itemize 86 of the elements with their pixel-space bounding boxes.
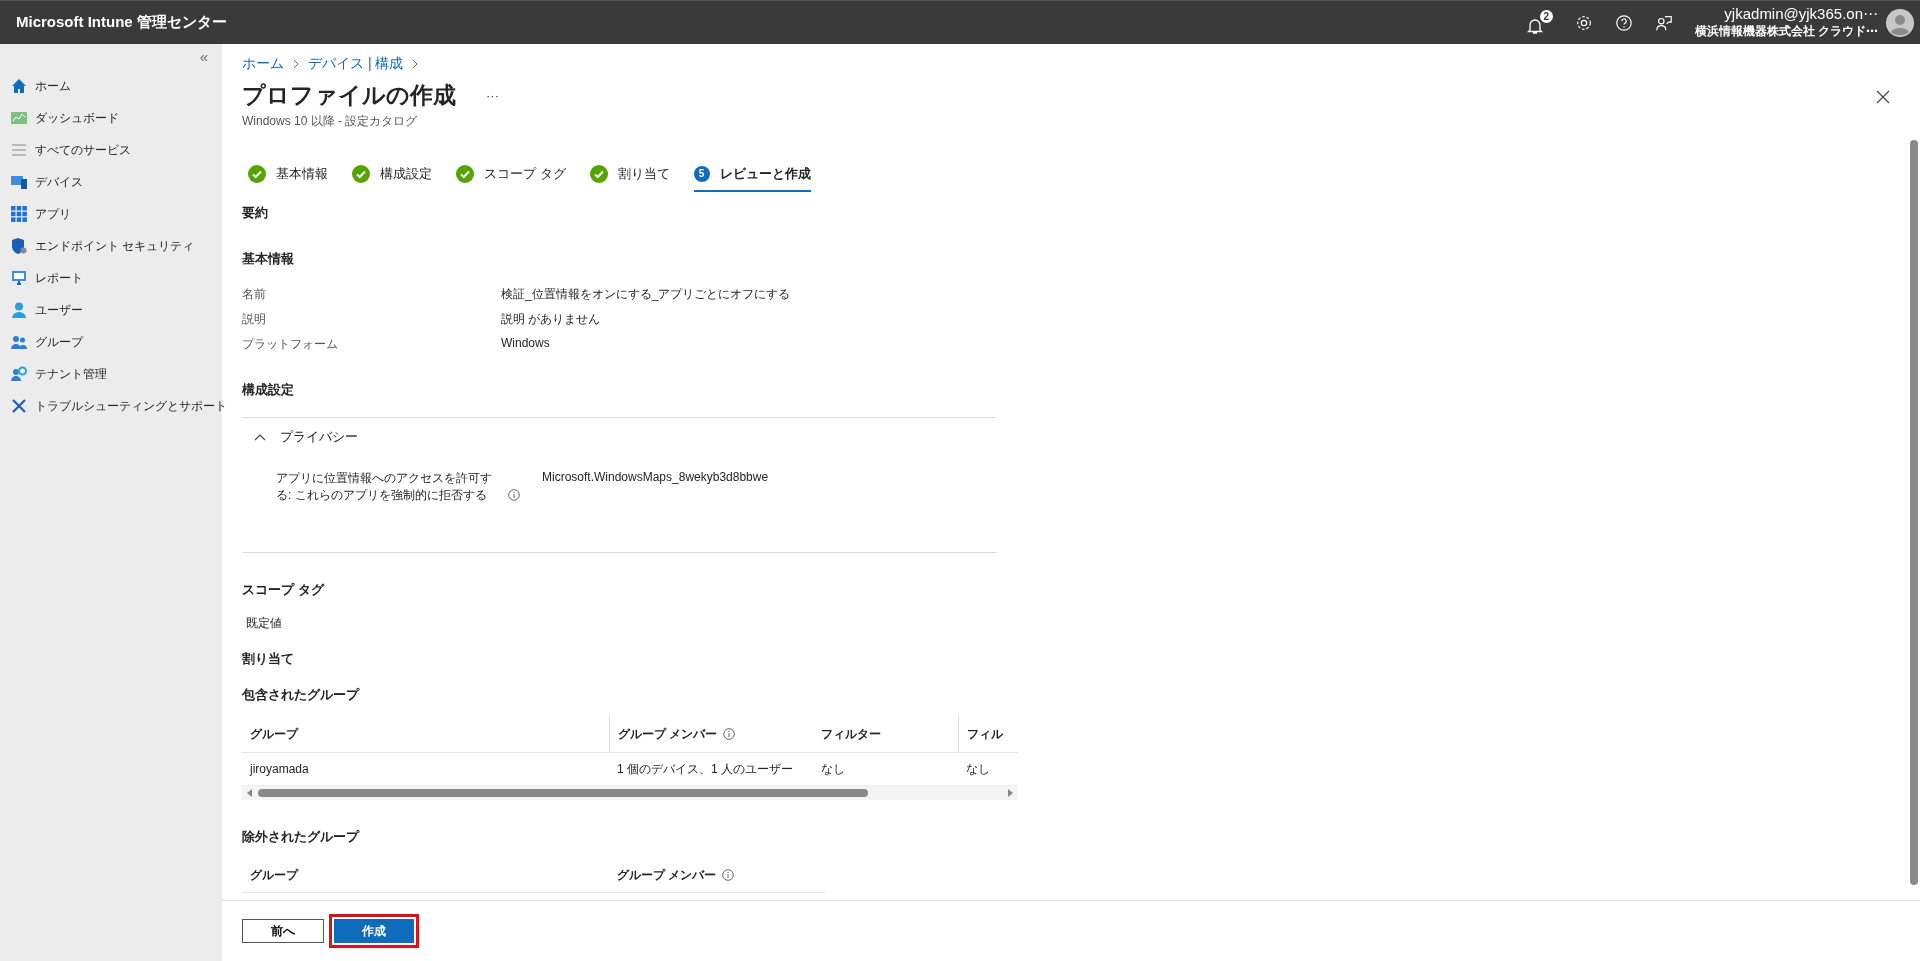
vertical-scrollbar[interactable]: [1910, 140, 1918, 885]
info-icon: [722, 869, 735, 881]
chevron-icon: [254, 433, 266, 441]
avatar-icon[interactable]: [1886, 8, 1914, 37]
person-icon: [11, 302, 27, 318]
setting-label: アプリに位置情報へのアクセスを許可する: これらのアプリを強制的に拒否する: [276, 470, 493, 504]
wizard-step-tab[interactable]: 割り当て: [589, 158, 670, 192]
previous-button[interactable]: 前へ: [242, 919, 324, 943]
list-icon: [11, 142, 27, 158]
table-cell-text: 1 個のデバイス、1 人のユーザー: [616, 760, 794, 778]
check-circle-icon: [589, 165, 608, 183]
section-heading: スコープ タグ: [242, 581, 326, 599]
column-header[interactable]: グループ: [242, 858, 609, 892]
page-subtitle: Windows 10 以降 - 設定カタログ: [242, 113, 419, 130]
sidebar-item[interactable]: すべてのサービス: [0, 134, 222, 166]
section-heading: 包含されたグループ: [242, 686, 361, 704]
column-header[interactable]: フィルター: [813, 716, 958, 752]
check-circle-icon: [352, 165, 370, 183]
check-circle-icon: [456, 165, 474, 183]
scope-tag-value: 既定値: [245, 615, 283, 632]
wizard-step-tab[interactable]: 構成設定: [352, 158, 432, 192]
shield-icon: [11, 238, 27, 254]
column-header[interactable]: グループ メンバー: [609, 716, 813, 752]
breadcrumb-link[interactable]: ホーム: [242, 55, 284, 73]
field-label: 名前: [242, 286, 267, 303]
wizard-step-tab[interactable]: スコープ タグ: [456, 158, 566, 192]
sidebar-item[interactable]: デバイス: [0, 166, 222, 198]
scroll-right-icon[interactable]: [1006, 788, 1014, 798]
page-title: プロファイルの作成: [242, 81, 456, 110]
step-number: 5: [693, 166, 710, 182]
horizontal-scrollbar[interactable]: [242, 786, 1018, 800]
sidebar-item[interactable]: アプリ: [0, 198, 222, 230]
sidebar-item[interactable]: ダッシュボード: [0, 102, 222, 134]
section-heading: 除外されたグループ: [242, 828, 361, 846]
notification-badge: 2: [1539, 9, 1553, 23]
field-label: 説明: [242, 311, 267, 328]
close-icon[interactable]: [1876, 90, 1890, 104]
table-cell-text: なし: [965, 760, 991, 778]
chart-icon: [11, 110, 27, 126]
sidebar-item[interactable]: ホーム: [0, 70, 222, 102]
breadcrumb-link[interactable]: デバイス | 構成: [308, 55, 404, 73]
field-value: 説明 がありません: [501, 311, 602, 328]
section-heading: 基本情報: [242, 250, 295, 268]
setting-value: Microsoft.WindowsMaps_8wekyb3d8bbwe: [542, 470, 769, 486]
user-email[interactable]: yjkadmin@yjk365.on⋯: [1724, 5, 1878, 23]
column-header[interactable]: グループ: [242, 716, 609, 752]
summary-heading: 要約: [242, 204, 269, 222]
column-header[interactable]: グループ メンバー: [609, 858, 813, 892]
scroll-left-icon[interactable]: [246, 788, 254, 798]
wizard-step-tab[interactable]: 基本情報: [248, 158, 328, 192]
collapse-button[interactable]: «: [199, 48, 208, 65]
notifications-button[interactable]: 2: [1524, 9, 1553, 36]
check-circle-icon: [248, 165, 266, 183]
sidebar-item[interactable]: グループ: [0, 326, 222, 358]
sidebar-item[interactable]: エンドポイント セキュリティ: [0, 230, 222, 262]
tools-icon: [11, 398, 27, 414]
chevron-icon: [411, 59, 420, 69]
sidebar-item[interactable]: トラブルシューティングとサポート: [0, 390, 222, 422]
sidebar-item[interactable]: レポート: [0, 262, 222, 294]
user-organization: 横浜情報機器株式会社 クラウド⋯: [1694, 23, 1878, 40]
feedback-icon[interactable]: [1654, 13, 1673, 32]
accordion-header[interactable]: プライバシー: [242, 418, 997, 456]
more-button[interactable]: ···: [480, 87, 505, 104]
section-heading: 割り当て: [242, 650, 295, 668]
wizard-step-tab[interactable]: 5 レビューと作成: [693, 158, 811, 192]
field-value: 検証_位置情報をオンにする_アプリごとにオフにする: [501, 286, 792, 303]
sidebar-item[interactable]: テナント管理: [0, 358, 222, 390]
settings-icon[interactable]: [1574, 13, 1593, 32]
field-value: Windows: [501, 336, 551, 352]
help-icon[interactable]: [1614, 13, 1633, 32]
gear-people-icon: [11, 366, 27, 382]
table-cell-text: jiroyamada: [248, 761, 310, 778]
field-label: プラットフォーム: [242, 336, 339, 353]
home-icon: [11, 78, 27, 94]
sidebar-item[interactable]: ユーザー: [0, 294, 222, 326]
column-header[interactable]: フィル: [958, 716, 1018, 752]
chevron-icon: [292, 59, 300, 69]
section-heading: 構成設定: [242, 381, 295, 399]
table-cell-text: なし: [820, 760, 846, 778]
info-icon[interactable]: [508, 489, 520, 501]
people-icon: [11, 334, 27, 350]
screen-icon: [11, 270, 27, 286]
app-title[interactable]: Microsoft Intune 管理センター: [16, 13, 227, 32]
grid-icon: [11, 206, 27, 222]
info-icon: [723, 728, 736, 740]
monitor-icon: [11, 174, 27, 190]
